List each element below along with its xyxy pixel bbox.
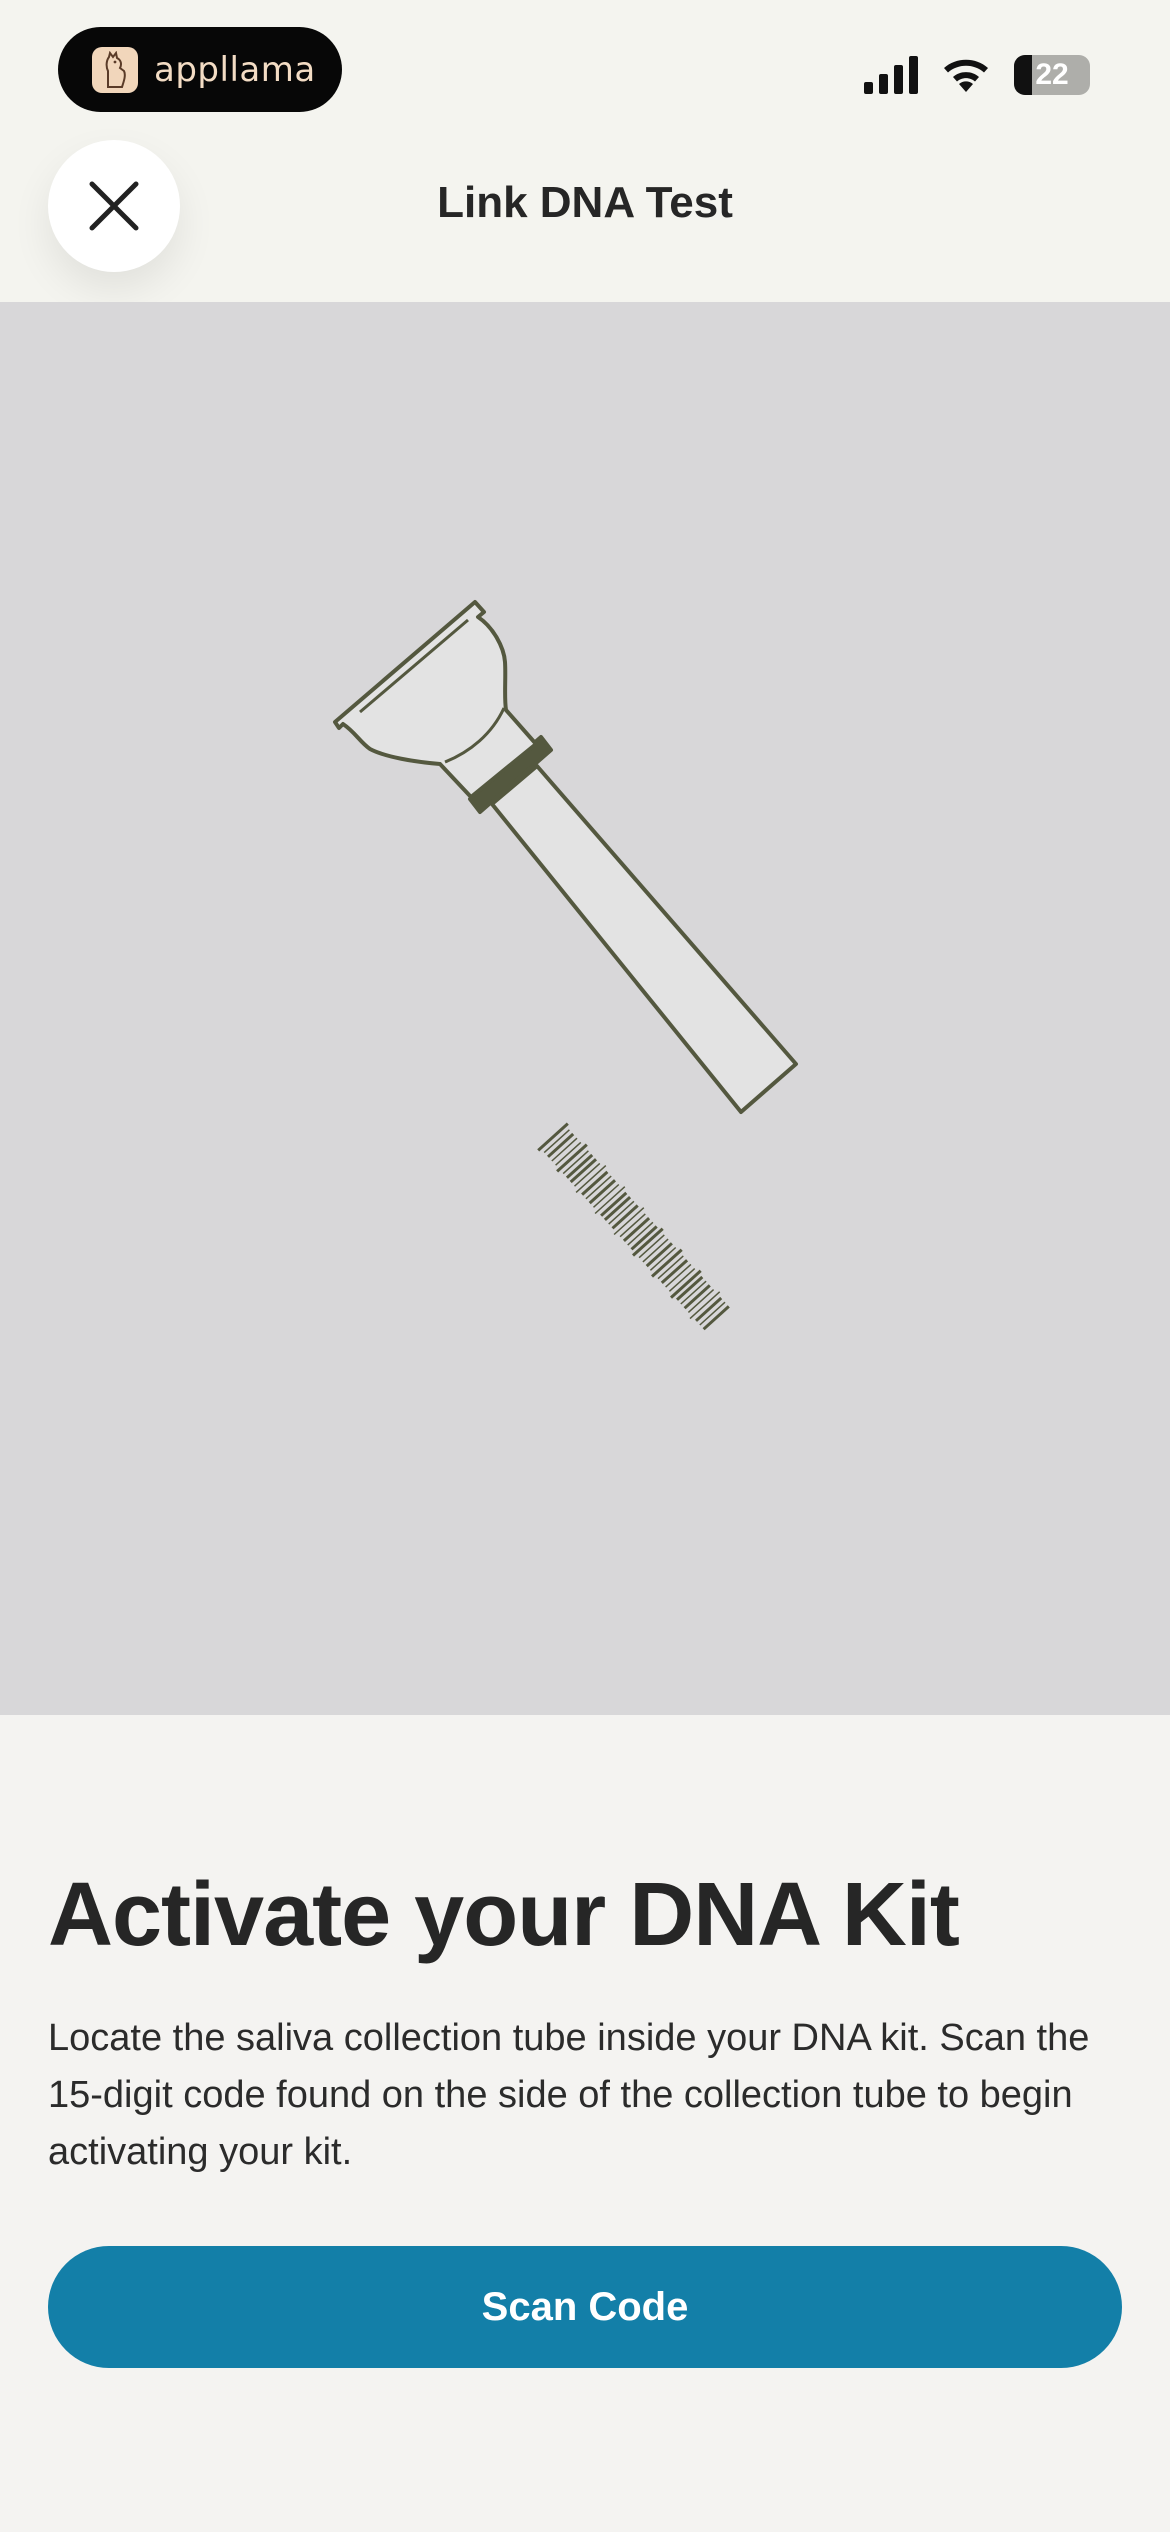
page-title: Link DNA Test xyxy=(437,178,733,227)
barcode-graphic xyxy=(537,1122,730,1331)
instructions-text: Locate the saliva collection tube inside… xyxy=(48,2017,1090,2173)
barcode-stripe xyxy=(650,1248,683,1278)
saliva-tube-illustration xyxy=(333,600,798,1331)
scan-code-button[interactable]: Scan Code xyxy=(48,2246,1122,2368)
status-icons: 22 xyxy=(864,52,1090,98)
app-badge-pill[interactable]: appllama xyxy=(58,27,342,112)
battery-level: 22 xyxy=(1035,58,1069,91)
top-header: appllama 22 Link DNA Test xyxy=(0,0,1170,302)
app-badge-label: appllama xyxy=(154,49,316,90)
content-section: Activate your DNA Kit Locate the saliva … xyxy=(48,1860,1122,2181)
barcode-stripe xyxy=(537,1122,569,1152)
wifi-icon xyxy=(944,59,988,92)
headline: Activate your DNA Kit xyxy=(48,1865,960,1965)
hero-illustration-panel xyxy=(0,302,1170,1715)
battery-icon: 22 xyxy=(1014,55,1090,95)
cellular-signal-icon xyxy=(864,56,918,94)
llama-logo-icon xyxy=(92,46,138,93)
barcode-stripe xyxy=(556,1143,588,1173)
